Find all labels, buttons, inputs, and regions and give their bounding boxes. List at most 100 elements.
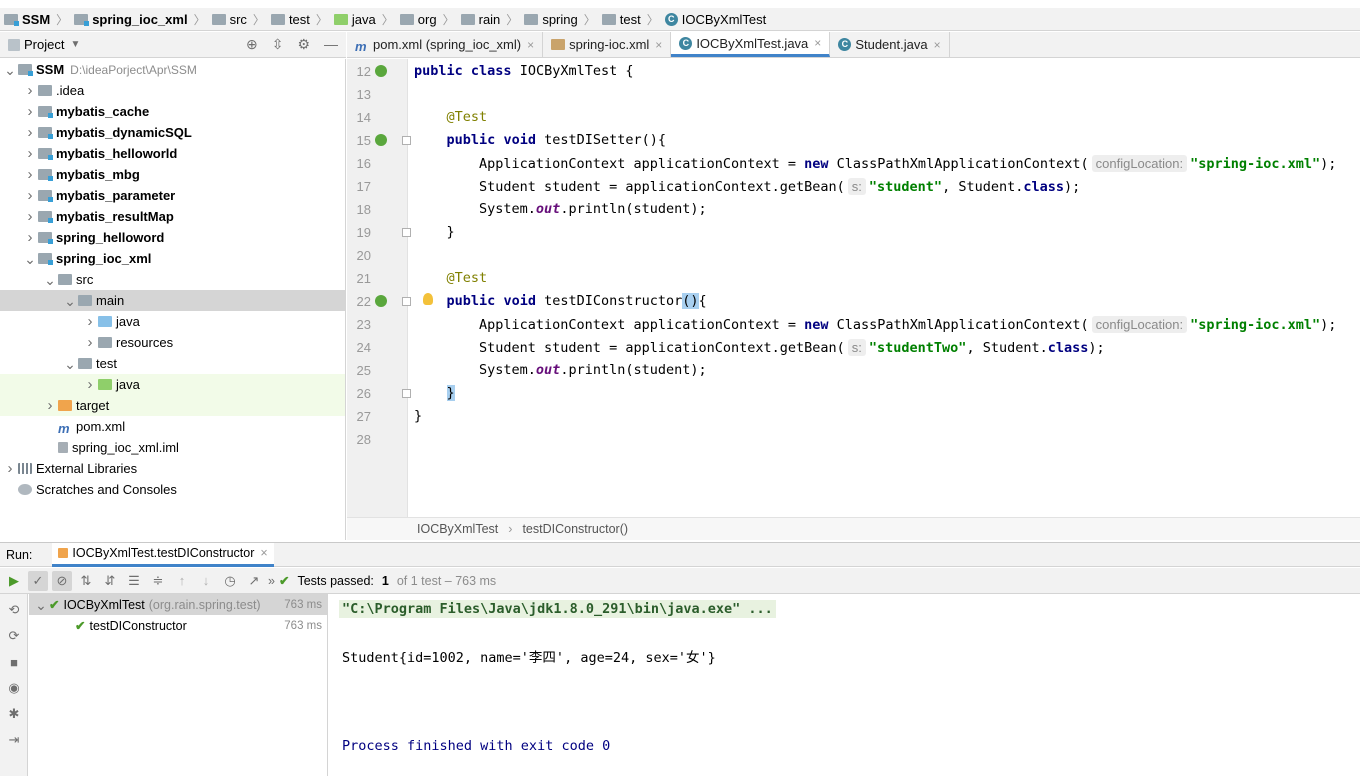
editor-tab[interactable]: C IOCByXmlTest.java × — [671, 32, 831, 57]
run-test-icon[interactable] — [375, 65, 387, 77]
fold-icon[interactable] — [402, 389, 411, 398]
tree-item[interactable]: › .idea — [0, 80, 345, 101]
stop-icon[interactable]: ■ — [4, 652, 24, 672]
tree-item[interactable]: Scratches and Consoles — [0, 479, 345, 500]
chevron-right-icon[interactable]: › — [22, 124, 38, 141]
tree-item[interactable]: › spring_helloword — [0, 227, 345, 248]
tree-item[interactable]: › resources — [0, 332, 345, 353]
tree-item[interactable]: › mybatis_dynamicSQL — [0, 122, 345, 143]
tree-item[interactable]: › mybatis_parameter — [0, 185, 345, 206]
close-icon[interactable]: × — [814, 36, 821, 50]
toggle-autotest-icon[interactable]: ⟳ — [4, 626, 24, 646]
test-tree-item[interactable]: ⌄ ✔ IOCByXmlTest (org.rain.spring.test) 763 … — [29, 594, 327, 615]
breadcrumb-item[interactable]: src — [211, 12, 249, 27]
tree-item[interactable]: › External Libraries — [0, 458, 345, 479]
breadcrumb-item[interactable]: spring — [524, 12, 579, 27]
test-tree-item[interactable]: ✔ testDIConstructor 763 ms — [29, 615, 327, 636]
close-icon[interactable]: × — [260, 546, 267, 560]
editor-breadcrumb-class[interactable]: IOCByXmlTest — [417, 522, 498, 536]
rerun-failed-icon[interactable]: ⟲ — [4, 600, 24, 620]
run-test-icon[interactable] — [375, 134, 387, 146]
console-output[interactable]: "C:\Program Files\Java\jdk1.8.0_291\bin\… — [329, 594, 1360, 776]
tree-item[interactable]: ⌄ src — [0, 269, 345, 290]
next-test-icon[interactable]: ↓ — [196, 571, 216, 591]
tree-item[interactable]: ⌄ test — [0, 353, 345, 374]
expand-all-icon[interactable]: ☰ — [124, 571, 144, 591]
previous-test-icon[interactable]: ↑ — [172, 571, 192, 591]
camera-icon[interactable]: ◉ — [4, 678, 24, 698]
history-icon[interactable]: ◷ — [220, 571, 240, 591]
collapse-all-icon[interactable]: ≑ — [148, 571, 168, 591]
tree-item[interactable]: › mybatis_cache — [0, 101, 345, 122]
breadcrumb-item[interactable]: test — [601, 12, 643, 27]
settings-icon[interactable]: ✱ — [4, 704, 24, 724]
run-tab[interactable]: IOCByXmlTest.testDIConstructor × — [52, 542, 274, 567]
sort-alpha-icon[interactable]: ⇅ — [76, 571, 96, 591]
chevron-down-icon[interactable]: ⌄ — [2, 63, 18, 77]
run-test-icon[interactable] — [375, 295, 387, 307]
code-editor[interactable]: 12 13 14 15 16 17 18 19 20 21 22 23 24 25 26 27 28 publi… — [347, 59, 1360, 517]
close-icon[interactable]: × — [934, 38, 941, 52]
editor-tab[interactable]: C Student.java × — [830, 32, 950, 57]
chevron-down-icon[interactable]: ⌄ — [42, 273, 58, 287]
fold-icon[interactable] — [402, 297, 411, 306]
editor-breadcrumb-method[interactable]: testDIConstructor() — [522, 522, 628, 536]
breadcrumb-item[interactable]: spring_ioc_xml — [74, 12, 189, 27]
breadcrumb-item[interactable]: rain — [460, 12, 503, 27]
close-icon[interactable]: × — [655, 38, 662, 52]
fold-icon[interactable] — [402, 228, 411, 237]
chevron-right-icon[interactable]: › — [22, 229, 38, 246]
breadcrumb-item[interactable]: org — [399, 12, 439, 27]
editor-tab[interactable]: m pom.xml (spring_ioc_xml) × — [347, 32, 544, 57]
chevron-right-icon[interactable]: › — [42, 397, 58, 414]
exit-icon[interactable]: ⇥ — [4, 730, 24, 750]
tree-item[interactable]: ⌄ main — [0, 290, 345, 311]
tree-item[interactable]: › java — [0, 311, 345, 332]
more-icon[interactable]: » — [268, 574, 275, 588]
project-panel-title[interactable]: Project — [24, 37, 64, 52]
chevron-down-icon[interactable]: ⌄ — [62, 294, 78, 308]
chevron-right-icon[interactable]: › — [22, 187, 38, 204]
breadcrumb-item[interactable]: C IOCByXmlTest — [664, 12, 769, 27]
fold-icon[interactable] — [402, 136, 411, 145]
chevron-right-icon[interactable]: › — [22, 145, 38, 162]
chevron-right-icon[interactable]: › — [2, 460, 18, 477]
chevron-down-icon[interactable]: ⌄ — [62, 357, 78, 371]
chevron-down-icon[interactable]: ▼ — [70, 39, 80, 50]
tree-item[interactable]: › target — [0, 395, 345, 416]
chevron-right-icon[interactable]: › — [22, 82, 38, 99]
chevron-down-icon[interactable]: ⌄ — [33, 598, 49, 612]
breadcrumb-item[interactable]: java — [333, 12, 378, 27]
export-icon[interactable]: ↗ — [244, 571, 264, 591]
show-passed-icon[interactable]: ✓ — [28, 570, 48, 591]
gear-icon[interactable]: ⚙ — [297, 36, 310, 53]
chevron-down-icon[interactable]: ⌄ — [22, 252, 38, 266]
chevron-right-icon[interactable]: › — [22, 103, 38, 120]
rerun-icon[interactable]: ▶ — [4, 571, 24, 591]
sort-duration-icon[interactable]: ⇵ — [100, 571, 120, 591]
close-icon[interactable]: × — [527, 38, 534, 52]
minimize-icon[interactable]: — — [324, 36, 338, 53]
tree-item[interactable]: › mybatis_helloworld — [0, 143, 345, 164]
chevron-right-icon[interactable]: › — [82, 313, 98, 330]
chevron-right-icon[interactable]: › — [22, 208, 38, 225]
tree-item[interactable]: › mybatis_mbg — [0, 164, 345, 185]
tree-item[interactable]: m pom.xml — [0, 416, 345, 437]
breadcrumb-item[interactable]: test — [270, 12, 312, 27]
show-ignored-icon[interactable]: ⊘ — [52, 570, 72, 591]
tree-item-label: spring_ioc_xml.iml — [72, 440, 179, 455]
chevron-right-icon[interactable]: › — [22, 166, 38, 183]
tree-item[interactable]: ⌄ spring_ioc_xml — [0, 248, 345, 269]
tree-item[interactable]: ⌄ SSM D:\ideaPorject\Apr\SSM — [0, 59, 345, 80]
tree-item[interactable]: spring_ioc_xml.iml — [0, 437, 345, 458]
collapse-all-icon[interactable]: ⇳ — [272, 36, 284, 53]
locate-icon[interactable]: ⊕ — [246, 36, 258, 53]
tree-item[interactable]: › mybatis_resultMap — [0, 206, 345, 227]
editor-tab[interactable]: spring-ioc.xml × — [543, 32, 672, 57]
chevron-right-icon: 〉 — [506, 12, 519, 27]
tree-item[interactable]: › java — [0, 374, 345, 395]
code-area[interactable]: public class IOCByXmlTest { @Test public… — [414, 59, 1360, 517]
chevron-right-icon[interactable]: › — [82, 334, 98, 351]
chevron-right-icon[interactable]: › — [82, 376, 98, 393]
breadcrumb-item[interactable]: SSM — [4, 12, 52, 27]
